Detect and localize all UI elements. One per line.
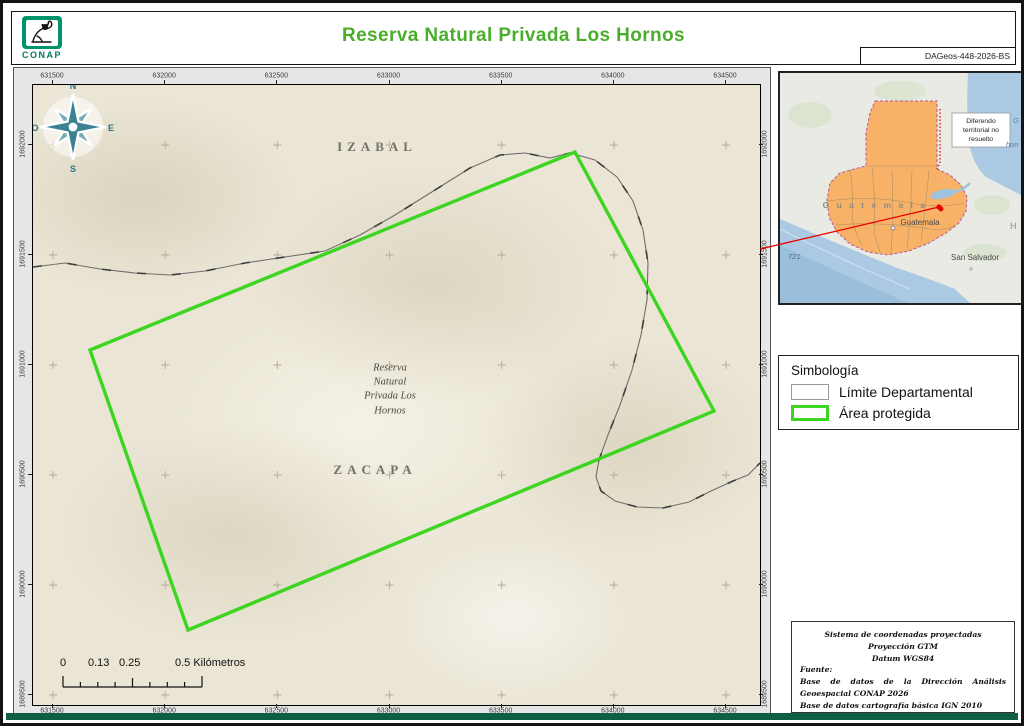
y-axis-tick-mark bbox=[759, 364, 763, 365]
legend-title: Simbología bbox=[791, 363, 1018, 378]
compass-north-label: N bbox=[70, 84, 77, 91]
scale-label-0: 0 bbox=[60, 657, 66, 669]
x-axis-tick-mark bbox=[389, 80, 390, 84]
y-axis-tick-mark bbox=[759, 144, 763, 145]
y-axis-tick-label: 1691500 bbox=[20, 240, 27, 267]
grid-crosses bbox=[49, 141, 730, 699]
reserve-label-line: Reserva bbox=[364, 362, 416, 376]
inset-sea-label-fragment-1: G bbox=[1013, 116, 1019, 125]
x-axis-tick-mark bbox=[164, 704, 165, 708]
y-axis-tick-label: 1691000 bbox=[20, 350, 27, 377]
credits-box: Sistema de coordenadas proyectadas Proye… bbox=[791, 621, 1015, 713]
y-axis-tick-mark bbox=[759, 474, 763, 475]
x-axis-tick-mark bbox=[52, 80, 53, 84]
territorial-note-line3: resuelto bbox=[969, 136, 993, 143]
inset-road-label: 721 bbox=[788, 252, 801, 261]
legend-item-departmental-limit: Límite Departamental bbox=[791, 384, 1018, 400]
x-axis-tick-label: 633500 bbox=[489, 73, 512, 80]
x-axis-tick-mark bbox=[276, 704, 277, 708]
y-axis-tick-label: 1692000 bbox=[20, 130, 27, 157]
scale-label-05-unit: 0.5 Kilómetros bbox=[175, 657, 245, 669]
x-axis-tick-label: 634500 bbox=[713, 73, 736, 80]
conap-logo-text: CONAP bbox=[19, 50, 65, 60]
page-title: Reserva Natural Privada Los Hornos bbox=[12, 25, 1015, 47]
x-axis-tick-mark bbox=[613, 704, 614, 708]
inset-honduras-fragment: H o bbox=[1010, 221, 1021, 231]
y-axis-tick-mark bbox=[28, 694, 32, 695]
reserve-label-line: Natural bbox=[364, 376, 416, 390]
compass-east-label: E bbox=[108, 123, 114, 133]
header-bar: CONAP Reserva Natural Privada Los Hornos… bbox=[11, 11, 1016, 65]
x-axis-tick-label: 633000 bbox=[377, 73, 400, 80]
x-axis-tick-mark bbox=[501, 80, 502, 84]
y-axis-tick-mark bbox=[28, 474, 32, 475]
legend-item-label: Límite Departamental bbox=[839, 384, 973, 400]
departmental-limit-swatch bbox=[791, 384, 829, 400]
footer-green-bar bbox=[6, 713, 1018, 720]
x-axis-tick-label: 634000 bbox=[601, 73, 624, 80]
x-axis-tick-mark bbox=[164, 80, 165, 84]
inset-country-label: G u a t e m a l a bbox=[823, 200, 928, 210]
x-axis-tick-label: 632500 bbox=[265, 73, 288, 80]
capital-city-dot bbox=[891, 226, 895, 230]
source-heading: Fuente: bbox=[800, 664, 1006, 676]
datum-line: Datum WGS84 bbox=[800, 653, 1006, 665]
y-axis-tick-mark bbox=[28, 584, 32, 585]
y-axis-tick-mark bbox=[759, 584, 763, 585]
territorial-note-line1: Diferendo bbox=[966, 118, 996, 125]
compass-west-label: O bbox=[32, 123, 39, 133]
reserve-location-marker bbox=[939, 207, 944, 212]
compass-rose-icon: N E S O bbox=[32, 84, 118, 177]
y-axis-tick-mark bbox=[28, 144, 32, 145]
y-axis-tick-label: 1690500 bbox=[20, 460, 27, 487]
y-axis-tick-mark bbox=[759, 254, 763, 255]
scale-bar: 0 0.13 0.25 0.5 Kilómetros bbox=[57, 657, 297, 693]
protected-area-swatch bbox=[791, 405, 829, 421]
x-axis-tick-mark bbox=[725, 80, 726, 84]
inset-map-graphic: Diferendo territorial no resuelto G u a … bbox=[780, 73, 1021, 303]
reserve-name-label: Reserva Natural Privada Los Hornos bbox=[364, 362, 416, 419]
izabal-department-label: IZABAL bbox=[337, 139, 417, 155]
y-axis-tick-mark bbox=[759, 694, 763, 695]
main-map-canvas: N E S O IZABAL ZACAPA Reserva Natural Pr… bbox=[33, 85, 760, 705]
scale-label-025: 0.25 bbox=[119, 657, 140, 669]
x-axis-tick-label: 632000 bbox=[152, 73, 175, 80]
legend-item-label: Área protegida bbox=[839, 405, 931, 421]
x-axis-tick-mark bbox=[276, 80, 277, 84]
legend-item-protected-area: Área protegida bbox=[791, 405, 1018, 421]
reserve-label-line: Privada Los bbox=[364, 390, 416, 404]
projection-line: Proyección GTM bbox=[800, 641, 1006, 653]
y-axis-tick-label: 1690000 bbox=[20, 570, 27, 597]
scale-bar-ticks bbox=[57, 671, 217, 689]
x-axis-tick-mark bbox=[613, 80, 614, 84]
main-map-frame: N E S O IZABAL ZACAPA Reserva Natural Pr… bbox=[32, 84, 761, 706]
inset-locator-map: Diferendo territorial no resuelto G u a … bbox=[778, 71, 1023, 305]
reserve-label-line: Hornos bbox=[364, 404, 416, 418]
scale-label-013: 0.13 bbox=[88, 657, 109, 669]
compass-south-label: S bbox=[70, 164, 76, 174]
x-axis-tick-mark bbox=[725, 704, 726, 708]
main-map-wrapper: N E S O IZABAL ZACAPA Reserva Natural Pr… bbox=[13, 67, 771, 717]
source-line-2: Base de datos cartografía básica IGN 201… bbox=[800, 700, 1006, 712]
territorial-note-line2: territorial no bbox=[963, 127, 999, 134]
zacapa-department-label: ZACAPA bbox=[333, 462, 416, 478]
x-axis-tick-label: 631500 bbox=[40, 73, 63, 80]
source-line-1: Base de datos de la Dirección Análisis G… bbox=[800, 676, 1006, 700]
inset-sea-label-fragment-2: hon bbox=[1006, 140, 1019, 149]
san-salvador-dot bbox=[970, 268, 973, 271]
coordinate-system-line: Sistema de coordenadas proyectadas bbox=[800, 629, 1006, 641]
document-code: DAGeos-448-2026-BS bbox=[860, 47, 1015, 64]
y-axis-tick-mark bbox=[28, 364, 32, 365]
y-axis-tick-mark bbox=[28, 254, 32, 255]
x-axis-tick-mark bbox=[501, 704, 502, 708]
map-document-page: CONAP Reserva Natural Privada Los Hornos… bbox=[0, 0, 1024, 726]
x-axis-tick-mark bbox=[389, 704, 390, 708]
x-axis-tick-mark bbox=[52, 704, 53, 708]
inset-san-salvador-label: San Salvador bbox=[951, 253, 999, 262]
inset-capital-label: Guatemala bbox=[900, 218, 940, 227]
y-axis-tick-label: 1689500 bbox=[20, 680, 27, 707]
legend-box: Simbología Límite Departamental Área pro… bbox=[778, 355, 1019, 430]
